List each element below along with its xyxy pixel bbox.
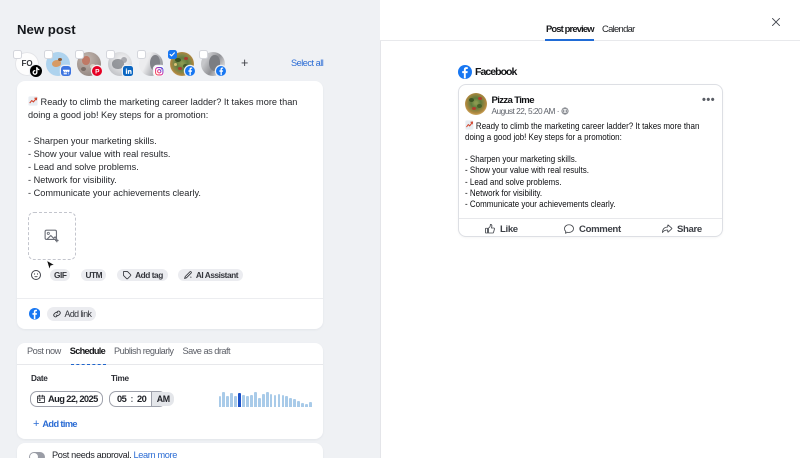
svg-text:P: P xyxy=(95,68,100,75)
